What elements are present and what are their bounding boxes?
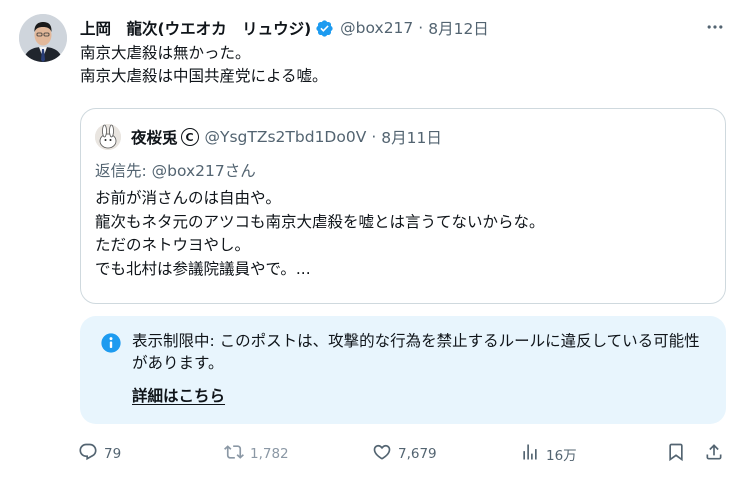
like-button[interactable]: 7,679 bbox=[372, 440, 437, 468]
bookmark-button[interactable] bbox=[666, 440, 686, 468]
visibility-notice: 表示制限中: このポストは、攻撃的な行為を禁止するルールに違反している可能性があ… bbox=[80, 316, 726, 424]
tweet[interactable]: 上岡 龍次(ウエオカ リュウジ) @box217 · 8月12日 南京大虐殺は無… bbox=[0, 0, 742, 482]
action-bar: 79 1,782 7,679 16万 bbox=[78, 440, 728, 468]
share-icon bbox=[704, 442, 724, 466]
quote-date[interactable]: 8月11日 bbox=[381, 126, 442, 148]
tweet-text-line: 南京大虐殺は中国共産党による嘘。 bbox=[80, 67, 328, 85]
repost-button[interactable]: 1,782 bbox=[224, 440, 289, 468]
share-button[interactable] bbox=[704, 440, 724, 468]
views-icon bbox=[520, 442, 540, 466]
quote-text-line: ただのネトウヨやし。 bbox=[95, 236, 251, 254]
learn-more-link[interactable]: 詳細はこちら bbox=[132, 384, 225, 406]
author-name[interactable]: 上岡 龍次(ウエオカ リュウジ) bbox=[80, 17, 311, 39]
separator-dot: · bbox=[418, 19, 424, 37]
tweet-header: 上岡 龍次(ウエオカ リュウジ) @box217 · 8月12日 bbox=[80, 16, 489, 40]
quote-text-line: でも北村は参議院議員やで。... bbox=[95, 259, 311, 278]
repost-count: 1,782 bbox=[250, 446, 289, 462]
quote-avatar[interactable] bbox=[95, 124, 121, 150]
quote-header: 夜桜兎 C @YsgTZs2Tbd1Do0V · 8月11日 bbox=[131, 125, 442, 149]
notice-text: 表示制限中: このポストは、攻撃的な行為を禁止するルールに違反している可能性があ… bbox=[132, 332, 700, 372]
author-handle[interactable]: @box217 bbox=[340, 19, 413, 37]
tweet-text: 南京大虐殺は無かった。 南京大虐殺は中国共産党による嘘。 bbox=[80, 42, 328, 88]
reply-count: 79 bbox=[104, 446, 122, 462]
reply-to-label: 返信先: @box217さん bbox=[95, 162, 256, 180]
repost-icon bbox=[224, 442, 244, 466]
reply-icon bbox=[78, 442, 98, 466]
bookmark-icon bbox=[666, 442, 686, 466]
quote-author-handle[interactable]: @YsgTZs2Tbd1Do0V bbox=[205, 128, 367, 146]
reply-button[interactable]: 79 bbox=[78, 440, 121, 468]
tweet-text-line: 南京大虐殺は無かった。 bbox=[80, 44, 251, 62]
quoted-tweet[interactable]: 夜桜兎 C @YsgTZs2Tbd1Do0V · 8月11日 返信先: @box… bbox=[80, 108, 726, 304]
quote-text-line: お前が消さんのは自由や。 bbox=[95, 189, 281, 207]
views-button[interactable]: 16万 bbox=[520, 440, 577, 468]
tweet-date[interactable]: 8月12日 bbox=[428, 17, 489, 39]
quote-text-line: 龍次もネタ元のアツコも南京大虐殺を嘘とは言うてないからな。 bbox=[95, 212, 545, 231]
separator-dot: · bbox=[371, 128, 377, 146]
avatar[interactable] bbox=[19, 14, 67, 62]
views-count: 16万 bbox=[546, 448, 577, 464]
like-count: 7,679 bbox=[398, 446, 437, 462]
quote-text: お前が消さんのは自由や。 龍次もネタ元のアツコも南京大虐殺を嘘とは言うてないから… bbox=[95, 187, 545, 281]
like-icon bbox=[372, 442, 392, 466]
copyright-mark: C bbox=[180, 128, 199, 146]
verified-badge-icon[interactable] bbox=[315, 19, 334, 38]
info-icon bbox=[100, 332, 122, 354]
more-icon[interactable] bbox=[702, 16, 728, 38]
quote-author-name[interactable]: 夜桜兎 bbox=[131, 126, 178, 148]
